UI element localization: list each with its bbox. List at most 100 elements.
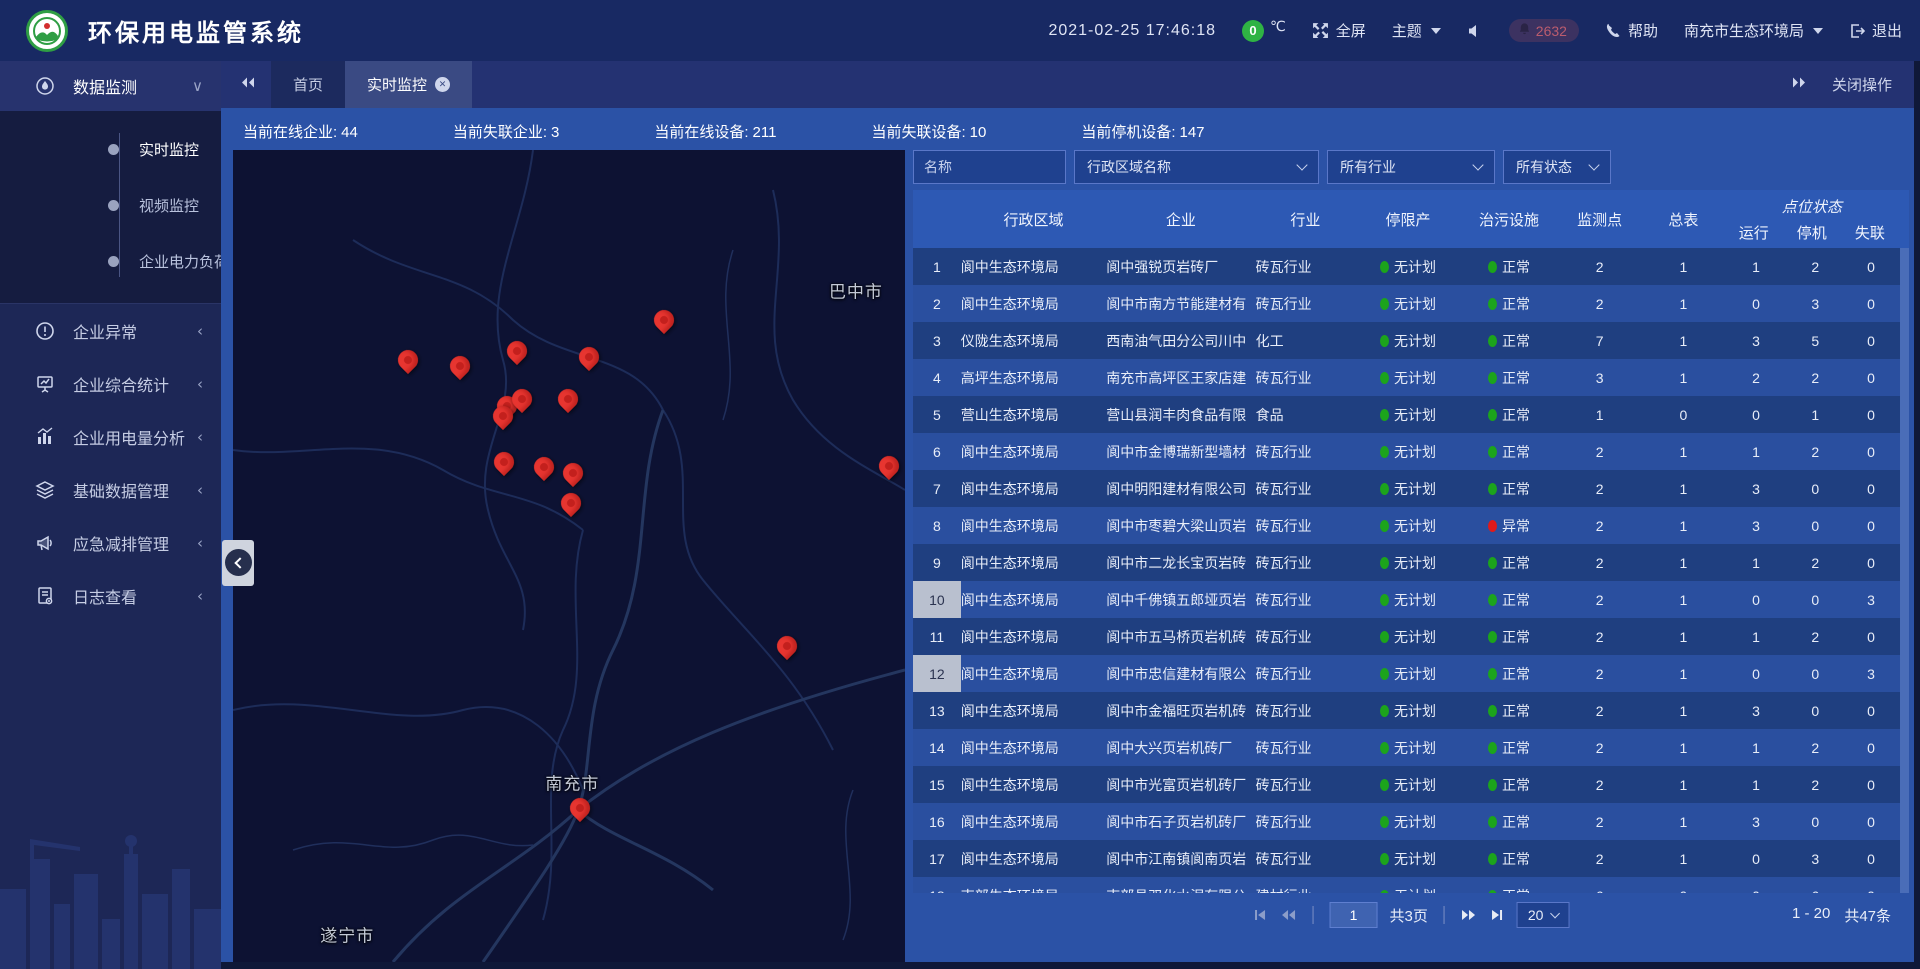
next-page-button[interactable] bbox=[1461, 908, 1478, 922]
cell-row-number: 9 bbox=[913, 544, 961, 581]
table-row[interactable]: 15阆中生态环境局阆中市光富页岩机砖厂砖瓦行业无计划正常21120 bbox=[913, 766, 1909, 803]
table-row[interactable]: 7阆中生态环境局阆中明阳建材有限公司砖瓦行业无计划正常21300 bbox=[913, 470, 1909, 507]
map-collapse-button[interactable] bbox=[222, 540, 254, 586]
table-row[interactable]: 12阆中生态环境局阆中市忠信建材有限公砖瓦行业无计划正常21003 bbox=[913, 655, 1909, 692]
status-dot-icon bbox=[1380, 520, 1389, 532]
region-filter-select[interactable]: 行政区域名称 bbox=[1074, 150, 1319, 184]
table-row[interactable]: 9阆中生态环境局阆中市二龙长宝页岩砖砖瓦行业无计划正常21120 bbox=[913, 544, 1909, 581]
status-dot-icon bbox=[1380, 557, 1389, 569]
first-page-button[interactable] bbox=[1253, 908, 1268, 922]
map-city-label: 巴中市 bbox=[829, 277, 883, 302]
sidebar-item-1[interactable]: 企业异常‹ bbox=[0, 304, 221, 357]
cell-industry: 砖瓦行业 bbox=[1256, 618, 1356, 655]
app-title: 环保用电监管系统 bbox=[88, 13, 304, 48]
cell-points: 1 bbox=[1557, 396, 1642, 433]
cell-company: 阆中市忠信建材有限公 bbox=[1106, 655, 1255, 692]
industry-filter-select[interactable]: 所有行业 bbox=[1327, 150, 1495, 184]
table-row[interactable]: 10阆中生态环境局阆中千佛镇五郎垭页岩砖瓦行业无计划正常21003 bbox=[913, 581, 1909, 618]
cell-running: 0 bbox=[1725, 877, 1788, 893]
tabs-scroll-right-button[interactable] bbox=[1784, 70, 1814, 100]
cell-running: 3 bbox=[1725, 803, 1788, 840]
user-org-menu[interactable]: 南充市生态环境局 bbox=[1684, 20, 1823, 41]
status-dot-icon bbox=[1488, 594, 1497, 606]
sidebar-subitem[interactable]: 实时监控 bbox=[0, 121, 221, 177]
sidebar-item-2[interactable]: 企业综合统计‹ bbox=[0, 357, 221, 410]
logout-button[interactable]: 退出 bbox=[1849, 20, 1902, 41]
map[interactable]: 巴中市南充市遂宁市 bbox=[233, 150, 905, 962]
cell-running: 0 bbox=[1725, 396, 1788, 433]
prev-page-button[interactable] bbox=[1280, 908, 1297, 922]
close-operations-button[interactable]: 关闭操作 bbox=[1832, 74, 1892, 95]
cell-industry: 砖瓦行业 bbox=[1256, 470, 1356, 507]
table-row[interactable]: 17阆中生态环境局阆中市江南镇阆南页岩砖瓦行业无计划正常21030 bbox=[913, 840, 1909, 877]
notifications-button[interactable]: 2632 bbox=[1509, 19, 1579, 42]
cell-meters: 1 bbox=[1642, 840, 1725, 877]
cell-company: 阆中市五马桥页岩机砖 bbox=[1106, 618, 1255, 655]
cell-region: 阆中生态环境局 bbox=[961, 507, 1106, 544]
cell-company: 阆中明阳建材有限公司 bbox=[1106, 470, 1255, 507]
status-filter-select[interactable]: 所有状态 bbox=[1503, 150, 1611, 184]
cell-meters: 1 bbox=[1642, 729, 1725, 766]
last-page-button[interactable] bbox=[1490, 908, 1505, 922]
cell-row-number: 16 bbox=[913, 803, 961, 840]
cell-facility-status: 正常 bbox=[1461, 544, 1558, 581]
monitor-gauge-icon bbox=[34, 75, 56, 97]
sidebar-item-4[interactable]: 基础数据管理‹ bbox=[0, 463, 221, 516]
cell-row-number: 6 bbox=[913, 433, 961, 470]
header-controls: 2021-02-25 17:46:18 0 ℃ 全屏 主题 2632 bbox=[1048, 19, 1902, 42]
cell-industry: 建材行业 bbox=[1256, 877, 1356, 893]
tab-实时监控[interactable]: 实时监控✕ bbox=[345, 61, 472, 108]
status-dot-icon bbox=[1488, 483, 1497, 495]
filter-bar: 行政区域名称 所有行业 所有状态 bbox=[913, 150, 1909, 184]
table-row[interactable]: 1阆中生态环境局阆中强锐页岩砖厂砖瓦行业无计划正常21120 bbox=[913, 248, 1909, 285]
table-row[interactable]: 18南部生态环境局南部县双化水泥有限公建材行业无计划正常60060 bbox=[913, 877, 1909, 893]
help-button[interactable]: 帮助 bbox=[1605, 20, 1658, 41]
cell-industry: 砖瓦行业 bbox=[1256, 692, 1356, 729]
cell-production-status: 无计划 bbox=[1355, 618, 1461, 655]
table-row[interactable]: 4高坪生态环境局南充市高坪区王家店建砖瓦行业无计划正常31220 bbox=[913, 359, 1909, 396]
tab-首页[interactable]: 首页 bbox=[271, 61, 345, 108]
sidebar-item-3[interactable]: 企业用电量分析‹ bbox=[0, 410, 221, 463]
cell-industry: 砖瓦行业 bbox=[1256, 433, 1356, 470]
page-number-input[interactable] bbox=[1330, 902, 1378, 928]
table-row[interactable]: 3仪陇生态环境局西南油气田分公司川中化工无计划正常71350 bbox=[913, 322, 1909, 359]
table-row[interactable]: 2阆中生态环境局阆中市南方节能建材有砖瓦行业无计划正常21030 bbox=[913, 285, 1909, 322]
status-dot-icon bbox=[1380, 372, 1389, 384]
status-dot-icon bbox=[1380, 298, 1389, 310]
table-row[interactable]: 16阆中生态环境局阆中市石子页岩机砖厂砖瓦行业无计划正常21300 bbox=[913, 803, 1909, 840]
cell-industry: 化工 bbox=[1256, 322, 1356, 359]
cell-row-number: 4 bbox=[913, 359, 961, 396]
tabs-scroll-left-button[interactable] bbox=[233, 70, 263, 100]
cell-meters: 1 bbox=[1642, 470, 1725, 507]
status-dot-icon bbox=[1488, 298, 1497, 310]
cell-offline: 3 bbox=[1843, 655, 1899, 692]
table-row[interactable]: 11阆中生态环境局阆中市五马桥页岩机砖砖瓦行业无计划正常21120 bbox=[913, 618, 1909, 655]
cell-offline: 3 bbox=[1843, 581, 1899, 618]
cell-company: 西南油气田分公司川中 bbox=[1106, 322, 1255, 359]
table-row[interactable]: 5营山生态环境局营山县润丰肉食品有限食品无计划正常10010 bbox=[913, 396, 1909, 433]
sidebar-item-0[interactable]: 数据监测∨ bbox=[0, 61, 221, 111]
status-dot-icon bbox=[1488, 409, 1497, 421]
table-row[interactable]: 6阆中生态环境局阆中市金博瑞新型墙材砖瓦行业无计划正常21120 bbox=[913, 433, 1909, 470]
table-row[interactable]: 8阆中生态环境局阆中市枣碧大梁山页岩砖瓦行业无计划异常21300 bbox=[913, 507, 1909, 544]
sidebar-subitem[interactable]: 企业电力负荷明细 bbox=[0, 233, 221, 289]
cell-points: 2 bbox=[1557, 729, 1642, 766]
table-row[interactable]: 13阆中生态环境局阆中市金福旺页岩机砖砖瓦行业无计划正常21300 bbox=[913, 692, 1909, 729]
open-tabs: 首页实时监控✕ bbox=[271, 61, 472, 108]
cell-stopped: 0 bbox=[1787, 470, 1843, 507]
cell-company: 阆中大兴页岩机砖厂 bbox=[1106, 729, 1255, 766]
table-row[interactable]: 14阆中生态环境局阆中大兴页岩机砖厂砖瓦行业无计划正常21120 bbox=[913, 729, 1909, 766]
sound-mute-button[interactable] bbox=[1467, 23, 1483, 39]
status-dot-icon bbox=[1380, 483, 1389, 495]
fullscreen-button[interactable]: 全屏 bbox=[1312, 20, 1366, 41]
cell-industry: 砖瓦行业 bbox=[1256, 248, 1356, 285]
cell-row-number: 7 bbox=[913, 470, 961, 507]
sidebar-item-6[interactable]: 日志查看‹ bbox=[0, 569, 221, 622]
sidebar-item-5[interactable]: 应急减排管理‹ bbox=[0, 516, 221, 569]
page-size-select[interactable]: 20 bbox=[1517, 902, 1570, 928]
theme-button[interactable]: 主题 bbox=[1392, 20, 1441, 41]
name-filter-input[interactable] bbox=[913, 150, 1066, 184]
cell-row-number: 12 bbox=[913, 655, 961, 692]
sidebar-subitem[interactable]: 视频监控 bbox=[0, 177, 221, 233]
tab-close-icon[interactable]: ✕ bbox=[435, 77, 450, 92]
